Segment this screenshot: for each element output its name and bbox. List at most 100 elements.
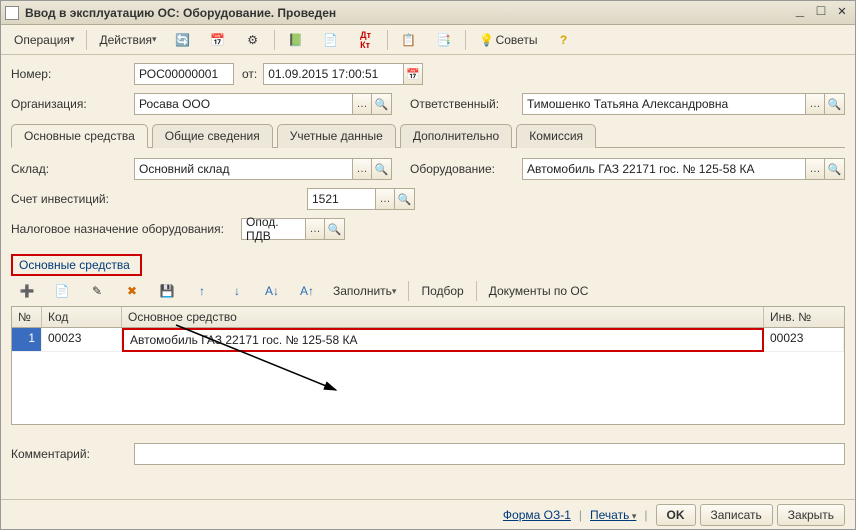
toolbar-button-2[interactable]: 📅	[202, 29, 234, 51]
grid-body[interactable]: 1 00023 Автомобиль ГАЗ 22171 гос. № 125-…	[12, 328, 844, 424]
form-body: Номер: РОС00000001 от: 01.09.2015 17:00:…	[1, 55, 855, 499]
invacct-search-button[interactable]: 🔍	[395, 188, 415, 210]
fill-menu[interactable]: Заполнить	[326, 280, 403, 302]
date-input[interactable]: 01.09.2015 17:00:51	[263, 63, 403, 85]
dt-kt-icon: ДтКт	[357, 31, 375, 49]
resp-search-button[interactable]: 🔍	[825, 93, 845, 115]
grid-sort-asc-button[interactable]: A↓	[256, 280, 288, 302]
close-form-button[interactable]: Закрыть	[777, 504, 845, 526]
edit-icon: ✎	[88, 282, 106, 300]
org-lookup-button[interactable]: …	[352, 93, 372, 115]
book-icon: 📗	[287, 31, 305, 49]
cell-inv[interactable]: 00023	[764, 328, 844, 352]
help-button[interactable]: ?	[548, 29, 580, 51]
tab-commission[interactable]: Комиссия	[516, 124, 596, 148]
close-button[interactable]: ✕	[833, 5, 851, 21]
grid-delete-button[interactable]: ✖	[116, 280, 148, 302]
grid-down-button[interactable]: ↓	[221, 280, 253, 302]
grid-up-button[interactable]: ↑	[186, 280, 218, 302]
grid-copy-button[interactable]: 📄	[46, 280, 78, 302]
ok-button[interactable]: OK	[656, 504, 696, 526]
col-inv-header[interactable]: Инв. №	[764, 307, 844, 327]
org-input-group: Росава ООО … 🔍	[134, 93, 392, 115]
toolbar-separator	[274, 30, 275, 50]
tab-main-assets[interactable]: Основные средства	[11, 124, 148, 148]
from-label: от:	[242, 67, 257, 81]
toolbar-separator	[86, 30, 87, 50]
comment-label: Комментарий:	[11, 447, 126, 461]
cell-main-highlight[interactable]: Автомобиль ГАЗ 22171 гос. № 125-58 КА	[122, 328, 764, 352]
assets-grid: № Код Основное средство Инв. № 1 00023 А…	[11, 306, 845, 425]
resp-input[interactable]: Тимошенко Татьяна Александровна	[522, 93, 805, 115]
save-button[interactable]: Записать	[700, 504, 773, 526]
operation-menu[interactable]: Операция	[7, 29, 81, 51]
col-code-header[interactable]: Код	[42, 307, 122, 327]
tax-input[interactable]: Опод. ПДВ	[241, 218, 305, 240]
tax-search-button[interactable]: 🔍	[325, 218, 345, 240]
equip-lookup-button[interactable]: …	[805, 158, 825, 180]
disk-icon: 💾	[158, 282, 176, 300]
section-title-highlight: Основные средства	[11, 254, 142, 276]
equip-input-group: Автомобиль ГАЗ 22171 гос. № 125-58 КА … …	[522, 158, 845, 180]
docs-button[interactable]: Документы по ОС	[482, 280, 596, 302]
equip-label: Оборудование:	[410, 162, 514, 176]
grid-save-button[interactable]: 💾	[151, 280, 183, 302]
col-main-header[interactable]: Основное средство	[122, 307, 764, 327]
toolbar-button-7[interactable]: 📋	[393, 29, 425, 51]
list-icon: 📋	[400, 31, 418, 49]
cell-rownum: 1	[12, 328, 42, 352]
minimize-button[interactable]: _	[791, 5, 809, 21]
tax-input-group: Опод. ПДВ … 🔍	[241, 218, 345, 240]
toolbar-button-5[interactable]: 📄	[315, 29, 347, 51]
select-button[interactable]: Подбор	[414, 280, 470, 302]
grid-edit-button[interactable]: ✎	[81, 280, 113, 302]
warehouse-label: Склад:	[11, 162, 126, 176]
warehouse-input[interactable]: Основний склад	[134, 158, 352, 180]
grid-add-button[interactable]: ➕	[11, 280, 43, 302]
tab-general[interactable]: Общие сведения	[152, 124, 273, 148]
warehouse-lookup-button[interactable]: …	[352, 158, 372, 180]
grid-header: № Код Основное средство Инв. №	[12, 307, 844, 328]
add-icon: ➕	[18, 282, 36, 300]
toolbar-separator	[476, 281, 477, 301]
invacct-label: Счет инвестиций:	[11, 192, 299, 206]
toolbar-button-1[interactable]: 🔄	[167, 29, 199, 51]
warehouse-search-button[interactable]: 🔍	[372, 158, 392, 180]
tax-lookup-button[interactable]: …	[305, 218, 325, 240]
number-input[interactable]: РОС00000001	[134, 63, 234, 85]
toolbar-separator	[465, 30, 466, 50]
actions-menu[interactable]: Действия	[92, 29, 163, 51]
invacct-lookup-button[interactable]: …	[375, 188, 395, 210]
equip-input[interactable]: Автомобиль ГАЗ 22171 гос. № 125-58 КА	[522, 158, 805, 180]
toolbar-button-8[interactable]: 📑	[428, 29, 460, 51]
table-row[interactable]: 1 00023 Автомобиль ГАЗ 22171 гос. № 125-…	[12, 328, 844, 352]
cell-code[interactable]: 00023	[42, 328, 122, 352]
tax-label: Налоговое назначение оборудования:	[11, 222, 233, 236]
comment-input[interactable]	[134, 443, 845, 465]
equip-search-button[interactable]: 🔍	[825, 158, 845, 180]
org-label: Организация:	[11, 97, 126, 111]
invacct-input[interactable]: 1521	[307, 188, 375, 210]
tabs: Основные средства Общие сведения Учетные…	[11, 123, 845, 148]
tab-accounting[interactable]: Учетные данные	[277, 124, 396, 148]
resp-input-group: Тимошенко Татьяна Александровна … 🔍	[522, 93, 845, 115]
help-icon: ?	[555, 31, 573, 49]
toolbar-separator	[408, 281, 409, 301]
tab-additional[interactable]: Дополнительно	[400, 124, 512, 148]
org-search-button[interactable]: 🔍	[372, 93, 392, 115]
date-picker-button[interactable]: 📅	[403, 63, 423, 85]
org-input[interactable]: Росава ООО	[134, 93, 352, 115]
advice-button[interactable]: 💡Советы	[471, 29, 545, 51]
toolbar-button-4[interactable]: 📗	[280, 29, 312, 51]
toolbar-button-3[interactable]: ⚙	[237, 29, 269, 51]
col-n-header[interactable]: №	[12, 307, 42, 327]
maximize-button[interactable]: □	[812, 5, 830, 21]
toolbar-button-6[interactable]: ДтКт	[350, 29, 382, 51]
advice-label: Советы	[496, 33, 538, 47]
sort-asc-icon: A↓	[263, 282, 281, 300]
print-menu[interactable]: Печать	[590, 508, 636, 522]
grid-sort-desc-button[interactable]: A↑	[291, 280, 323, 302]
form-link[interactable]: Форма ОЗ-1	[503, 508, 571, 522]
document-icon	[5, 6, 19, 20]
resp-lookup-button[interactable]: …	[805, 93, 825, 115]
